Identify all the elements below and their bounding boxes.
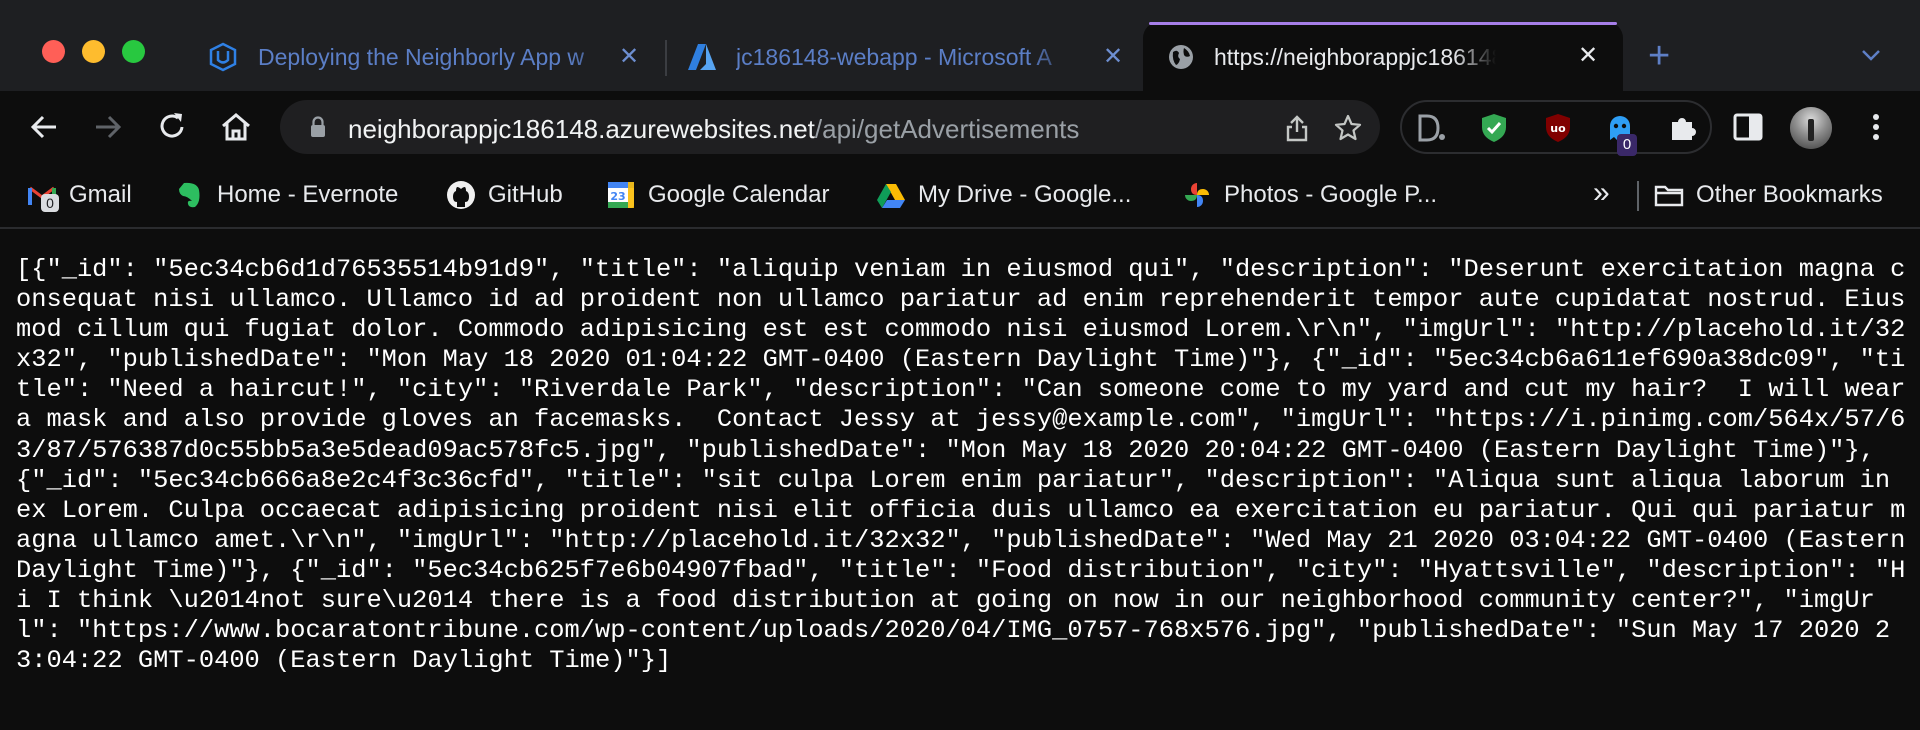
bookmark-label: GitHub (488, 181, 563, 208)
extensions-group: uo (1400, 100, 1712, 154)
reload-icon[interactable] (154, 109, 190, 145)
globe-icon (1169, 45, 1193, 69)
tab-separator (665, 40, 667, 76)
azure-icon (688, 44, 716, 70)
back-arrow-icon[interactable] (26, 109, 62, 145)
bookmark-star-icon[interactable] (1334, 114, 1362, 142)
github-icon (446, 180, 476, 210)
drive-icon (876, 180, 906, 210)
bookmark-label: Photos - Google P... (1224, 181, 1438, 208)
udacity-icon (209, 42, 237, 72)
photos-icon (1182, 180, 1212, 210)
gmail-badge: 0 (41, 194, 59, 212)
tab-strip: Deploying the Neighborly App w ✕ jc18614… (0, 0, 1920, 91)
forward-arrow-icon[interactable] (90, 109, 126, 145)
bookmark-google-drive[interactable]: My Drive - Google... (876, 177, 1131, 213)
side-panel-icon[interactable] (1730, 109, 1766, 145)
bookmark-label: Gmail (69, 181, 132, 208)
bookmark-google-calendar[interactable]: 23 Google Calendar (606, 177, 829, 213)
new-tab-button[interactable]: + (1648, 37, 1670, 75)
adguard-icon[interactable] (1478, 112, 1510, 144)
tab-title: https://neighborappjc186148.azurewebsite… (1214, 44, 1496, 70)
window-minimize-button[interactable] (82, 40, 105, 63)
toolbar: neighborappjc186148.azurewebsites.net/ap… (0, 91, 1920, 163)
home-icon[interactable] (218, 109, 254, 145)
tab-close-icon[interactable]: ✕ (618, 45, 640, 69)
bookmark-label: My Drive - Google... (918, 181, 1132, 208)
svg-text:uo: uo (1550, 122, 1566, 135)
tab-close-icon[interactable]: ✕ (1102, 45, 1124, 69)
tab-title: Deploying the Neighborly App w (258, 44, 585, 70)
other-bookmarks-folder[interactable]: Other Bookmarks (1654, 177, 1883, 213)
calendar-icon: 23 (606, 180, 636, 210)
profile-avatar[interactable] (1790, 107, 1832, 149)
browser-menu-icon[interactable] (1858, 109, 1894, 145)
bookmark-label: Home - Evernote (217, 181, 399, 208)
ublock-origin-icon[interactable]: uo (1542, 112, 1574, 144)
dashlane-icon[interactable] (1414, 112, 1446, 144)
json-response-text: [{"_id": "5ec34cb6d1d76535514b91d9", "ti… (16, 255, 1920, 676)
bookmark-label: Other Bookmarks (1696, 181, 1883, 208)
bookmark-github[interactable]: GitHub (446, 177, 563, 213)
lock-icon[interactable] (310, 116, 326, 138)
folder-icon (1654, 180, 1684, 210)
tab-search-icon[interactable] (1860, 44, 1882, 66)
bookmarks-bar: 0 Gmail Home - Evernote GitHub 23 Google… (0, 163, 1920, 229)
tab-azure-webapp[interactable]: jc186148-webapp - Microsoft A ✕ (672, 24, 1132, 91)
tab-deploying-neighborly[interactable]: Deploying the Neighborly App w ✕ (195, 24, 655, 91)
url-host: neighborappjc186148.azurewebsites.net (348, 114, 815, 144)
url-path: /api/getAdvertisements (814, 114, 1080, 144)
calendar-date: 23 (610, 190, 625, 203)
tab-close-icon[interactable]: ✕ (1577, 44, 1599, 68)
ghostery-count-badge: 0 (1617, 134, 1637, 156)
gmail-icon: 0 (27, 180, 59, 212)
bookmarks-separator (1637, 181, 1639, 211)
window-zoom-button[interactable] (122, 40, 145, 63)
url-text[interactable]: neighborappjc186148.azurewebsites.net/ap… (348, 114, 1079, 145)
bookmark-evernote[interactable]: Home - Evernote (175, 177, 398, 213)
bookmark-gmail[interactable]: 0 Gmail (27, 177, 132, 213)
bookmark-label: Google Calendar (648, 181, 830, 208)
window-close-button[interactable] (42, 40, 65, 63)
share-icon[interactable] (1283, 114, 1311, 142)
tab-api-get-advertisements[interactable]: https://neighborappjc186148.azurewebsite… (1143, 22, 1623, 91)
tab-title: jc186148-webapp - Microsoft A (736, 44, 1052, 70)
address-bar[interactable]: neighborappjc186148.azurewebsites.net/ap… (280, 100, 1380, 154)
bookmarks-overflow-button[interactable]: » (1593, 176, 1610, 210)
extensions-puzzle-icon[interactable] (1667, 112, 1699, 144)
bookmark-google-photos[interactable]: Photos - Google P... (1182, 177, 1437, 213)
evernote-icon (175, 180, 205, 210)
